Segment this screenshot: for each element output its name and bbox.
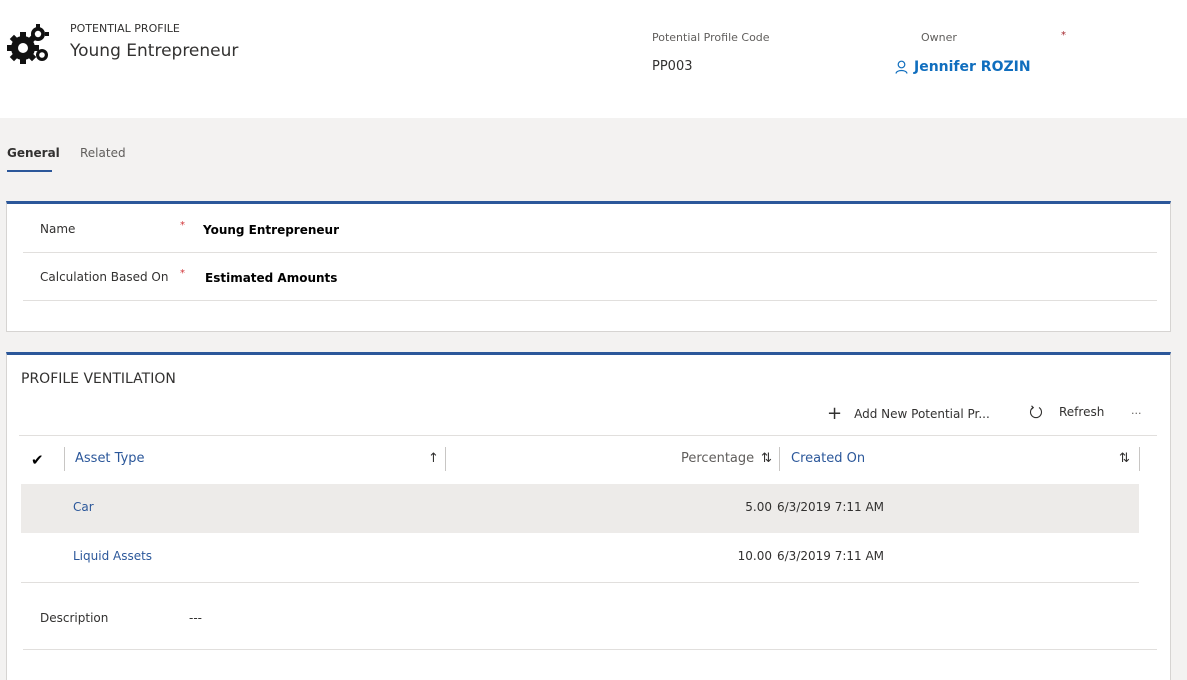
column-header-percentage[interactable]: Percentage: [681, 451, 754, 466]
sort-toggle-icon[interactable]: ⇅: [761, 451, 772, 466]
column-separator: [64, 447, 65, 471]
general-section: Name * Young Entrepreneur Calculation Ba…: [6, 201, 1171, 332]
tab-general[interactable]: General: [7, 146, 60, 160]
entity-type-label: POTENTIAL PROFILE: [70, 22, 180, 35]
column-header-asset-type[interactable]: Asset Type: [75, 451, 145, 466]
add-new-label: Add New Potential Pr...: [854, 407, 990, 421]
person-icon: [895, 60, 908, 74]
owner-link[interactable]: Jennifer ROZIN: [895, 59, 1031, 75]
record-header: POTENTIAL PROFILE Young Entrepreneur Pot…: [0, 0, 1187, 118]
calculation-field-row: Calculation Based On * Estimated Amounts: [23, 252, 1157, 301]
asset-type-cell[interactable]: Liquid Assets: [73, 549, 152, 563]
more-commands-button[interactable]: ···: [1131, 407, 1142, 420]
calculation-field-label: Calculation Based On: [40, 270, 169, 284]
created-on-cell: 6/3/2019 7:11 AM: [777, 549, 885, 563]
table-row[interactable]: Liquid Assets 10.00 6/3/2019 7:11 AM: [21, 533, 1139, 583]
add-new-button[interactable]: + Add New Potential Pr...: [827, 405, 990, 423]
column-separator: [445, 447, 446, 471]
asset-type-cell[interactable]: Car: [73, 500, 94, 514]
name-field-row: Name * Young Entrepreneur: [23, 204, 1157, 253]
section-title: PROFILE VENTILATION: [21, 371, 176, 387]
owner-label: Owner: [921, 31, 957, 44]
code-value: PP003: [652, 59, 693, 74]
name-field-label: Name: [40, 222, 76, 236]
percentage-cell: 5.00: [745, 500, 772, 514]
column-header-created-on[interactable]: Created On: [791, 451, 865, 466]
name-required-marker: *: [180, 220, 185, 231]
sort-toggle-icon[interactable]: ⇅: [1119, 451, 1130, 466]
profile-ventilation-section: PROFILE VENTILATION + Add New Potential …: [6, 352, 1171, 680]
description-value[interactable]: ---: [189, 611, 202, 625]
sort-ascending-icon[interactable]: ↑: [428, 451, 439, 466]
owner-required-marker: *: [1061, 30, 1066, 41]
select-all-checkmark-icon[interactable]: ✔: [31, 451, 44, 469]
record-title: Young Entrepreneur: [70, 41, 239, 61]
column-separator: [1139, 447, 1140, 471]
grid-header: ✔ Asset Type ↑ Percentage ⇅ Created On ⇅: [19, 437, 1141, 483]
gears-icon: [7, 24, 49, 64]
grid-top-divider: [19, 435, 1157, 436]
calculation-field-value[interactable]: Estimated Amounts: [205, 271, 337, 285]
column-separator: [779, 447, 780, 471]
code-label: Potential Profile Code: [652, 31, 770, 44]
owner-name: Jennifer ROZIN: [914, 59, 1031, 75]
active-tab-indicator: [7, 170, 52, 172]
tab-related[interactable]: Related: [80, 146, 126, 160]
description-divider: [23, 649, 1157, 650]
plus-icon: +: [827, 403, 843, 424]
calculation-required-marker: *: [180, 268, 185, 279]
refresh-button[interactable]: Refresh: [1029, 405, 1104, 419]
description-label: Description: [40, 611, 109, 625]
percentage-cell: 10.00: [737, 549, 772, 563]
created-on-cell: 6/3/2019 7:11 AM: [777, 500, 885, 514]
table-row[interactable]: Car 5.00 6/3/2019 7:11 AM: [21, 484, 1139, 533]
refresh-label: Refresh: [1059, 405, 1105, 419]
refresh-icon: [1029, 405, 1043, 419]
name-field-value[interactable]: Young Entrepreneur: [203, 223, 339, 237]
